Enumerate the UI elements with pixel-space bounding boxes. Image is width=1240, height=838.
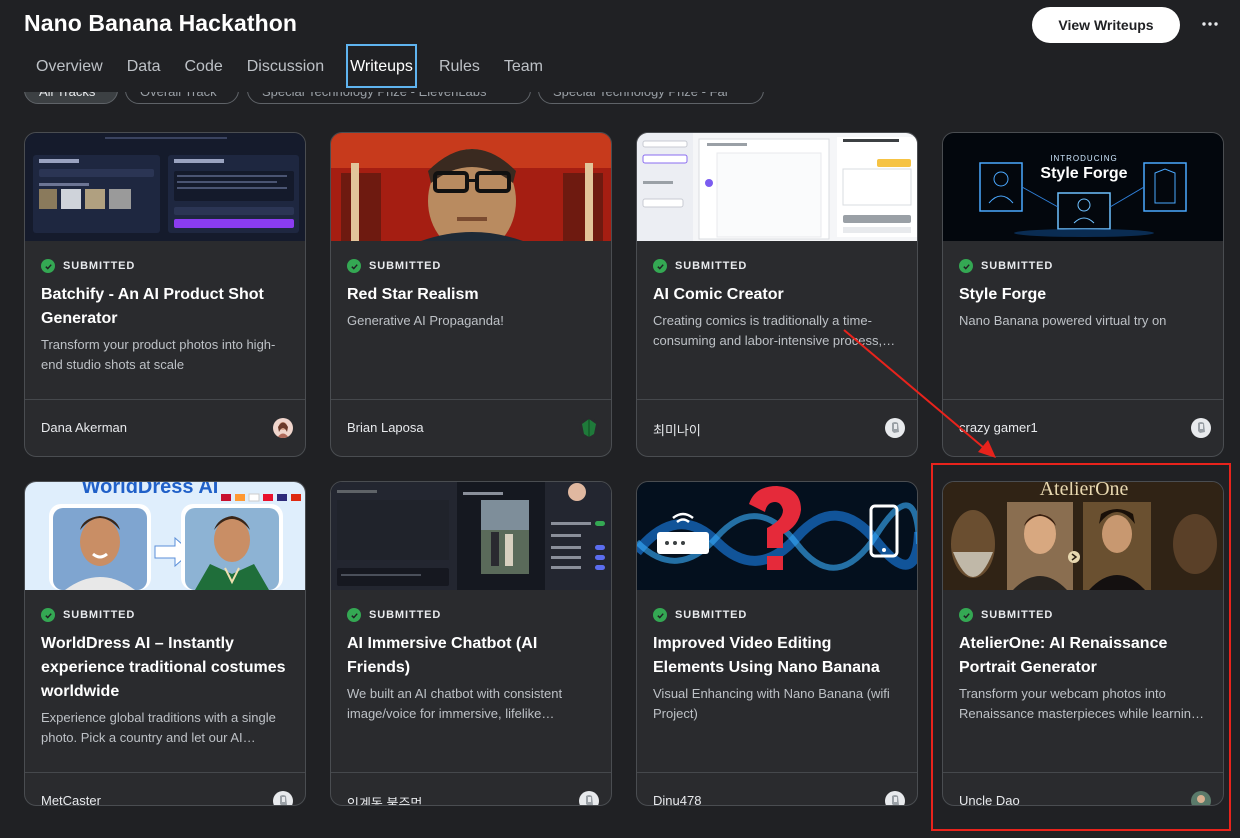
- card-thumbnail: INTRODUCING Style Forge: [943, 133, 1223, 241]
- author-name[interactable]: Dana Akerman: [41, 420, 127, 435]
- writeup-card[interactable]: SUBMITTED AI Immersive Chatbot (AI Frien…: [330, 481, 612, 806]
- author-name[interactable]: Dinu478: [653, 793, 701, 805]
- card-divider: [331, 399, 611, 400]
- writeup-card[interactable]: WorldDress AI SUBMITTED WorldDress AI – …: [24, 481, 306, 806]
- card-title: AI Comic Creator: [653, 286, 784, 303]
- author-name[interactable]: 인계동 불주먹: [347, 793, 422, 805]
- card-divider: [637, 772, 917, 773]
- card-subtitle: We built an AI chatbot with consistent i…: [347, 686, 563, 721]
- status-badge: SUBMITTED: [653, 608, 747, 622]
- status-badge: SUBMITTED: [653, 259, 747, 273]
- avatar[interactable]: [273, 418, 293, 438]
- avatar[interactable]: [273, 791, 293, 805]
- writeup-card[interactable]: SUBMITTED Red Star Realism Generative AI…: [330, 132, 612, 457]
- card-thumbnail: AtelierOne: [943, 482, 1223, 590]
- check-circle-icon: [959, 259, 973, 273]
- card-thumbnail: [25, 133, 305, 241]
- card-subtitle: Creating comics is traditionally a time-…: [653, 313, 896, 348]
- thumb-worlddress-text: WorldDress AI: [82, 482, 219, 498]
- card-divider: [25, 399, 305, 400]
- card-divider: [25, 772, 305, 773]
- card-thumbnail: WorldDress AI: [25, 482, 305, 590]
- card-title: Style Forge: [959, 286, 1047, 303]
- card-title: AI Immersive Chatbot (AI Friends): [347, 635, 538, 676]
- writeup-card[interactable]: SUBMITTED AI Comic Creator Creating comi…: [636, 132, 918, 457]
- card-subtitle: Transform your product photos into high-…: [41, 337, 276, 372]
- avatar[interactable]: [579, 418, 599, 438]
- card-title: WorldDress AI – Instantly experience tra…: [41, 635, 286, 700]
- card-title: Improved Video Editing Elements Using Na…: [653, 635, 880, 676]
- check-circle-icon: [653, 608, 667, 622]
- author-name[interactable]: crazy gamer1: [959, 420, 1038, 435]
- tab-discussion[interactable]: Discussion: [235, 44, 336, 88]
- card-thumbnail: [331, 482, 611, 590]
- thumb-atelier-text: AtelierOne: [1040, 482, 1129, 500]
- check-circle-icon: [347, 608, 361, 622]
- author-name[interactable]: Uncle Dao: [959, 793, 1020, 805]
- avatar[interactable]: [579, 791, 599, 805]
- thumb-style-forge-text: Style Forge: [1040, 165, 1127, 182]
- tab-overview[interactable]: Overview: [24, 44, 115, 88]
- status-badge: SUBMITTED: [41, 259, 135, 273]
- status-badge: SUBMITTED: [41, 608, 135, 622]
- author-name[interactable]: 최미나이: [653, 420, 701, 439]
- page-title: Nano Banana Hackathon: [24, 10, 298, 36]
- check-circle-icon: [347, 259, 361, 273]
- avatar[interactable]: [1191, 418, 1211, 438]
- card-subtitle: Experience global traditions with a sing…: [41, 710, 276, 745]
- check-circle-icon: [41, 259, 55, 273]
- status-badge: SUBMITTED: [347, 259, 441, 273]
- card-divider: [331, 772, 611, 773]
- card-subtitle: Visual Enhancing with Nano Banana (wifi …: [653, 686, 890, 721]
- card-thumbnail: [637, 133, 917, 241]
- writeup-card[interactable]: AtelierOne SUBMITTED AtelierOne: AI Rena…: [942, 481, 1224, 806]
- avatar[interactable]: [1191, 791, 1211, 805]
- status-badge: SUBMITTED: [959, 608, 1053, 622]
- card-subtitle: Nano Banana powered virtual try on: [959, 313, 1167, 328]
- card-subtitle: Generative AI Propaganda!: [347, 313, 504, 328]
- check-circle-icon: [41, 608, 55, 622]
- card-divider: [637, 399, 917, 400]
- avatar[interactable]: [885, 418, 905, 438]
- card-thumbnail: [637, 482, 917, 590]
- tab-data[interactable]: Data: [115, 44, 173, 88]
- card-title: AtelierOne: AI Renaissance Portrait Gene…: [959, 635, 1168, 676]
- author-name[interactable]: Brian Laposa: [347, 420, 424, 435]
- more-options-icon[interactable]: [1198, 12, 1222, 36]
- tab-rules[interactable]: Rules: [427, 44, 492, 88]
- check-circle-icon: [959, 608, 973, 622]
- status-badge: SUBMITTED: [959, 259, 1053, 273]
- card-divider: [943, 772, 1223, 773]
- view-writeups-button[interactable]: View Writeups: [1032, 7, 1180, 43]
- author-name[interactable]: MetCaster: [41, 793, 101, 805]
- tab-code[interactable]: Code: [172, 44, 234, 88]
- card-title: Batchify - An AI Product Shot Generator: [41, 286, 264, 327]
- page-header: Nano Banana Hackathon View Writeups Over…: [0, 0, 1240, 92]
- check-circle-icon: [653, 259, 667, 273]
- tab-writeups[interactable]: Writeups: [346, 44, 417, 88]
- competition-tabs: Overview Data Code Discussion Writeups R…: [24, 44, 555, 88]
- card-thumbnail: [331, 133, 611, 241]
- thumb-intro-text: INTRODUCING: [1050, 154, 1117, 163]
- status-badge: SUBMITTED: [347, 608, 441, 622]
- tab-team[interactable]: Team: [492, 44, 555, 88]
- writeup-card[interactable]: SUBMITTED Batchify - An AI Product Shot …: [24, 132, 306, 457]
- card-subtitle: Transform your webcam photos into Renais…: [959, 686, 1204, 721]
- writeup-card[interactable]: INTRODUCING Style Forge SUBMITTED Style …: [942, 132, 1224, 457]
- card-divider: [943, 399, 1223, 400]
- card-title: Red Star Realism: [347, 286, 479, 303]
- avatar[interactable]: [885, 791, 905, 805]
- writeup-card[interactable]: SUBMITTED Improved Video Editing Element…: [636, 481, 918, 806]
